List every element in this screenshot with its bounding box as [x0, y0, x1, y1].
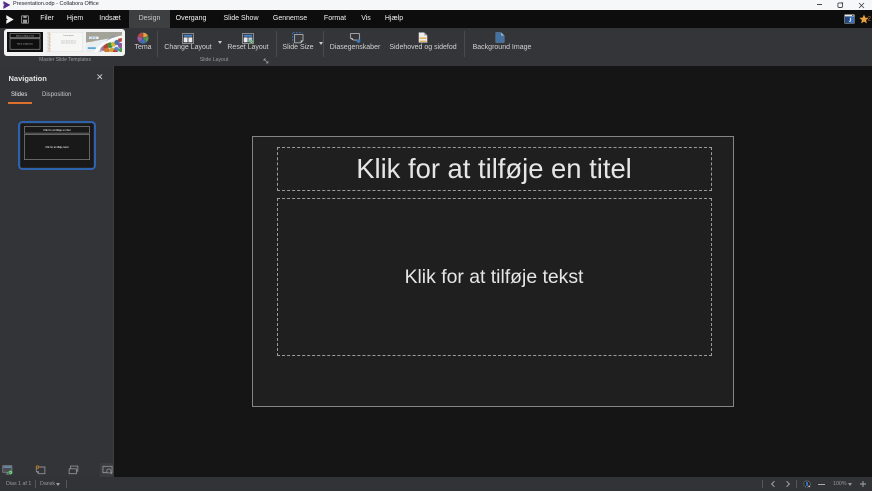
- svg-text:2: 2: [868, 16, 871, 22]
- svg-text:Lorem: Lorem: [89, 40, 94, 43]
- svg-text:Klik for at tilføje tekst: Klik for at tilføje tekst: [45, 146, 68, 149]
- svg-text:Lorem ipsum: Lorem ipsum: [63, 35, 74, 37]
- svg-text:Klik for at tilføje tekst: Klik for at tilføje tekst: [17, 43, 33, 46]
- svg-text:Klik for at tilføje en titel: Klik for at tilføje en titel: [43, 128, 70, 132]
- svg-text:Klik for at tilføje en titel: Klik for at tilføje en titel: [16, 35, 35, 38]
- svg-text:Candy: Candy: [90, 37, 98, 40]
